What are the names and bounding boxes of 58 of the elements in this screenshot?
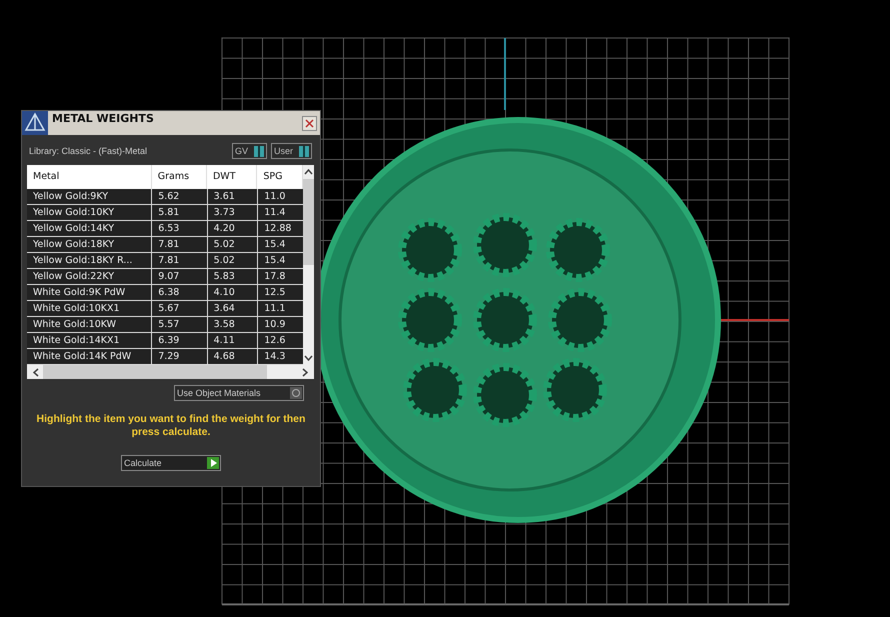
horizontal-scrollbar[interactable] [27,365,314,379]
table-cell: White Gold:9K PdW [27,285,152,300]
table-cell: 4.68 [208,349,258,364]
use-object-materials-button[interactable]: Use Object Materials [174,385,304,401]
calculate-button[interactable]: Calculate [121,455,221,471]
table-cell: 5.57 [152,317,208,332]
table-cell: 3.64 [208,301,258,316]
table-cell: Yellow Gold:22KY [27,269,152,284]
table-cell: 3.58 [208,317,258,332]
table-cell: 3.73 [208,205,258,220]
table-cell: 4.11 [208,333,258,348]
table-cell: 5.62 [152,189,208,204]
play-icon [210,459,216,467]
table-cell: 4.10 [208,285,258,300]
table-cell: 5.83 [208,269,258,284]
table-cell-text: 15.4 [263,238,286,252]
radio-indicator [290,387,302,399]
table-cell: Yellow Gold:18KY [27,237,152,252]
table-cell: 4.20 [208,221,258,236]
toggle-button[interactable]: GV [232,143,267,159]
table-cell: 5.67 [152,301,208,316]
table-cell: 7.81 [152,237,208,252]
table-cell: 3.61 [208,189,258,204]
table-cell-text: 12.6 [263,334,286,348]
table-cell: 7.81 [152,253,208,268]
table-cell: Yellow Gold:14KY [27,221,152,236]
table-cell-text: 11.1 [263,302,286,316]
axis-line [504,38,506,110]
table-cell: White Gold:14K PdW [27,349,152,364]
table-cell-text: 11.0 [263,190,286,204]
pyramid-logo-icon [22,111,48,135]
table-cell-text: 11.4 [263,206,286,220]
table-cell: 5.02 [208,253,258,268]
table-cell-text: 12.88 [263,222,292,236]
table-cell: 9.07 [152,269,208,284]
instruction-text: Highlight the item you want to find the weight for then press calculate. [36,413,306,439]
table-cell: 5.02 [208,237,258,252]
table-cell: 5.81 [152,205,208,220]
table-cell: Yellow Gold:10KY [27,205,152,220]
table-cell: White Gold:10KX1 [27,301,152,316]
vertical-scrollbar[interactable] [303,165,314,365]
table-cell: White Gold:14KX1 [27,333,152,348]
table-cell: Yellow Gold:9KY [27,189,152,204]
table-cell-text: 10.9 [263,318,286,332]
table-cell: White Gold:10KW [27,317,152,332]
table-cell: Yellow Gold:18KY R... [27,253,152,268]
table-cell-text: 15.4 [263,254,286,268]
table-cell: 6.38 [152,285,208,300]
toggle-button[interactable]: User [270,143,312,159]
close-icon [305,118,314,128]
table-cell-text: 14.3 [263,350,286,364]
table-cell: 6.39 [152,333,208,348]
table-cell-text: 17.8 [263,270,286,284]
table-cell-text: 12.5 [263,286,286,300]
close-button[interactable] [302,116,317,130]
table-cell: 7.29 [152,349,208,364]
library-label: Library: Classic - (Fast)-Metal [29,146,148,156]
table-cell: 6.53 [152,221,208,236]
